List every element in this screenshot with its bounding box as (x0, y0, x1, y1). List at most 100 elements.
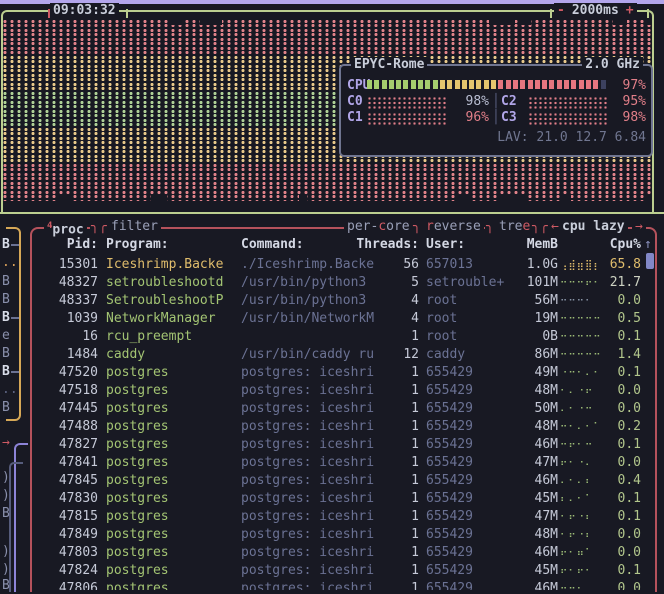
cpu-meter (367, 80, 606, 89)
cell-threads: 1 (411, 455, 419, 470)
cell-pid: 47815 (58, 509, 98, 524)
meter-square (556, 80, 562, 89)
process-row[interactable]: 48337 SetroubleshootP/usr/bin/python3 4 roo… (30, 292, 653, 310)
cell-pid: 48327 (58, 275, 98, 290)
column-header-cpu[interactable]: Cpu% (559, 236, 641, 253)
interval-increase-button[interactable]: + (626, 3, 634, 18)
cell-program: postgres (106, 509, 169, 524)
cell-threads: 4 (411, 311, 419, 326)
sort-right-arrow[interactable]: → (632, 219, 646, 234)
process-row[interactable]: 47827 postgres postgres: iceshri 1 655429 46M… (30, 436, 653, 454)
process-row[interactable]: 47518 postgres postgres: iceshri 1 655429 48M… (30, 382, 653, 400)
process-row[interactable]: 47830 postgres postgres: iceshri 1 655429 45M… (30, 490, 653, 508)
process-row[interactable]: 15301 Iceshrimp.Backe ./Iceshrimp.Backe 56 6… (30, 256, 653, 274)
process-row[interactable]: 47806 postgres postgres: iceshri 1 655429 46M… (30, 580, 653, 590)
process-row[interactable]: 1039 NetworkManager/usr/bin/NetworkM 4 root… (30, 310, 653, 328)
process-row[interactable]: 48327 setroubleshootd/usr/bin/python3 5 set… (30, 274, 653, 292)
process-row[interactable]: 47803 postgres postgres: iceshri 1 655429 46M… (30, 544, 653, 562)
cell-cpu-minigraph: ⠒⠂⠄⠂⠁ (560, 422, 602, 433)
cell-program: postgres (106, 563, 169, 578)
cutoff-fragment: B (2, 237, 10, 252)
graph-band-high-bottom (3, 163, 651, 201)
process-row[interactable]: 47849 postgres postgres: iceshri 1 655429 48M… (30, 526, 653, 544)
toggle-reverse[interactable]: reverse (423, 219, 484, 234)
graph-notch (455, 194, 471, 201)
meter-square (505, 80, 511, 89)
cell-threads: 1 (411, 383, 419, 398)
process-row[interactable]: 47445 postgres postgres: iceshri 1 655429 50M… (30, 400, 653, 418)
core-c3-pct: 98% (622, 110, 646, 125)
process-row[interactable]: 47841 postgres postgres: iceshri 1 655429 47M… (30, 454, 653, 472)
cell-cpu-pct: 0.1 (617, 437, 641, 452)
cell-cpu-pct: 0.0 (617, 527, 641, 542)
meter-square (483, 80, 489, 89)
cpu-stats-box: EPYC-Rome 2.0 GHz CPU 97% C0 98% │ C2 95… (339, 57, 653, 157)
interval-value: 2000ms (571, 3, 619, 18)
column-header-command[interactable]: Command: (241, 236, 304, 253)
cell-program: postgres (106, 455, 169, 470)
cell-cpu-minigraph: ⠄⠂⠐⠒ (560, 404, 594, 415)
graph-notch (299, 194, 307, 201)
cell-cpu-minigraph: ⠐⠒⠂⠄⠂ (560, 368, 602, 379)
filter-button[interactable]: filter (108, 219, 161, 234)
cell-threads: 1 (411, 509, 419, 524)
meter-square (425, 80, 431, 89)
cell-mem: 0B (542, 329, 558, 344)
meter-square (367, 80, 372, 89)
cell-cpu-pct: 65.8 (609, 257, 641, 272)
process-scrollbar[interactable] (646, 253, 654, 269)
column-header-program[interactable]: Program: (106, 236, 169, 253)
process-row[interactable]: 47520 postgres postgres: iceshri 1 655429 49M… (30, 364, 653, 382)
cell-threads: 1 (411, 563, 419, 578)
process-row[interactable]: 47824 postgres postgres: iceshri 1 655429 45M… (30, 562, 653, 580)
meter-square (396, 80, 402, 89)
cell-pid: 15301 (58, 257, 98, 272)
cell-cpu-pct: 0.0 (617, 581, 641, 590)
graph-notch (497, 194, 527, 201)
cell-program: caddy (106, 347, 146, 362)
tab-proc[interactable]: 4proc (44, 219, 87, 237)
toggle-tree[interactable]: tree (496, 219, 534, 234)
cell-program: postgres (106, 491, 169, 506)
cell-mem: 47M (534, 455, 558, 470)
cell-program: setroubleshootd (106, 275, 224, 290)
core-column-separator: │ (492, 94, 500, 109)
interval-decrease-button[interactable]: - (557, 3, 565, 18)
cell-cpu-minigraph: ⢠⣾⣶⣿⡆ (560, 260, 602, 271)
graph-notch (168, 19, 182, 25)
sort-column-selector[interactable]: cpu lazy (559, 219, 628, 234)
process-row[interactable]: 47845 postgres postgres: iceshri 1 655429 46M… (30, 472, 653, 490)
toggle-per-core[interactable]: per-core (344, 219, 413, 234)
cutoff-fragment: B (2, 364, 10, 379)
cell-pid: 47445 (58, 401, 98, 416)
column-header-mem[interactable]: MemB (476, 236, 558, 253)
meter-square (374, 80, 380, 89)
column-header-user[interactable]: User: (426, 236, 465, 253)
cell-threads: 56 (403, 257, 419, 272)
meter-square (600, 80, 606, 89)
sort-direction-icon[interactable]: ↑ (644, 237, 652, 252)
cell-pid: 1039 (66, 311, 98, 326)
cell-mem: 47M (534, 509, 558, 524)
column-header-threads[interactable]: Threads: (355, 236, 419, 253)
process-row[interactable]: 16 rcu_preempt 1 root 0B ⠒⠒⠒⠒⠒ 0.1 (30, 328, 653, 346)
cell-cpu-minigraph: ⠆⠄⠂⠁ (560, 494, 594, 505)
cell-pid: 47520 (58, 365, 98, 380)
core-c0-label: C0 (347, 94, 363, 109)
process-row[interactable]: 1484 caddy/usr/bin/caddy ru 12 caddy 86M ⠒⠒⠒⠒… (30, 346, 653, 364)
clock-left-tick (48, 9, 50, 18)
cell-pid: 47488 (58, 419, 98, 434)
cell-program: postgres (106, 365, 169, 380)
process-row[interactable]: 47815 postgres postgres: iceshri 1 655429 47M… (30, 508, 653, 526)
cell-cpu-pct: 0.1 (617, 365, 641, 380)
process-rows: 15301 Iceshrimp.Backe ./Iceshrimp.Backe 56 6… (30, 254, 653, 590)
cell-cpu-minigraph: ⠒⠒⠂ (560, 584, 585, 590)
core-c0-graph (368, 97, 448, 109)
tree-pre: tre (499, 219, 523, 234)
cell-mem: 50M (534, 401, 558, 416)
cell-threads: 1 (411, 437, 419, 452)
process-row[interactable]: 47488 postgres postgres: iceshri 1 655429 48M… (30, 418, 653, 436)
cutoff-fragment: B (2, 400, 10, 415)
cell-pid: 47827 (58, 437, 98, 452)
column-header-pid[interactable]: Pid: (40, 236, 98, 253)
